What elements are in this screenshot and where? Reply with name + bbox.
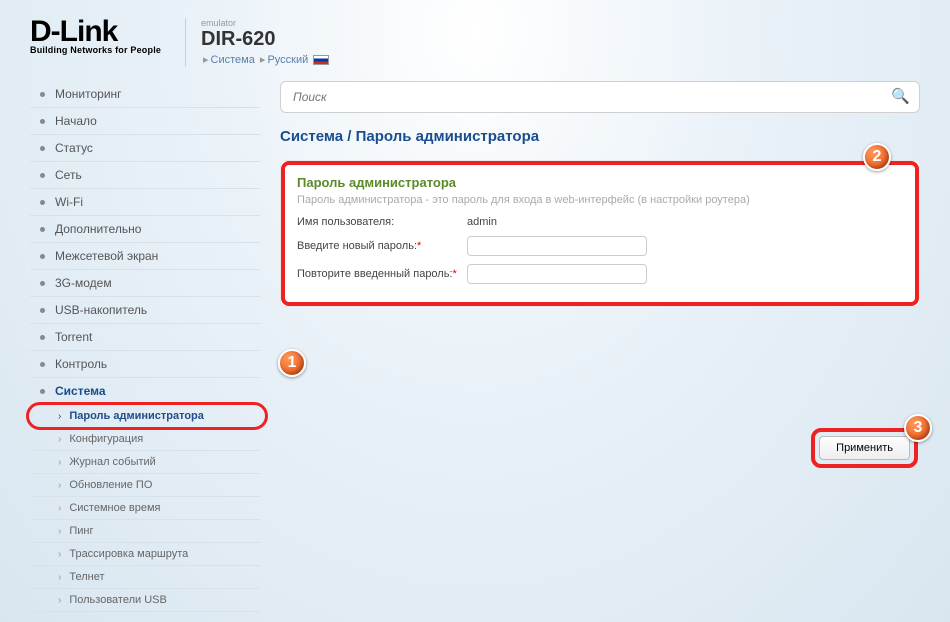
crumb-system[interactable]: Система bbox=[211, 54, 255, 66]
panel-title: Пароль администратора bbox=[297, 175, 903, 190]
search-box: 🔍 bbox=[280, 81, 920, 113]
bullet-icon bbox=[40, 173, 45, 178]
nav-status[interactable]: Статус bbox=[30, 135, 260, 162]
confirm-label: Повторите введенный пароль:* bbox=[297, 268, 467, 280]
header: D-Link Building Networks for People emul… bbox=[30, 10, 920, 81]
nav-advanced[interactable]: Дополнительно bbox=[30, 216, 260, 243]
sidebar: Мониторинг Начало Статус Сеть Wi-Fi Допо… bbox=[30, 81, 260, 612]
page-title: Система / Пароль администратора bbox=[280, 128, 920, 145]
nav-3g[interactable]: 3G-модем bbox=[30, 270, 260, 297]
main-content: 🔍 Система / Пароль администратора 2 Паро… bbox=[280, 81, 920, 612]
field-username: Имя пользователя: admin bbox=[297, 216, 903, 228]
bullet-icon bbox=[40, 335, 45, 340]
search-input[interactable] bbox=[280, 81, 920, 113]
bullet-icon bbox=[40, 308, 45, 313]
nav-system[interactable]: Система bbox=[30, 378, 260, 405]
bullet-icon bbox=[40, 362, 45, 367]
nav-torrent[interactable]: Torrent bbox=[30, 324, 260, 351]
search-icon[interactable]: 🔍 bbox=[891, 87, 910, 105]
new-password-input[interactable] bbox=[467, 236, 647, 256]
bullet-icon bbox=[40, 146, 45, 151]
annotation-badge-1: 1 bbox=[278, 349, 306, 377]
newpass-label: Введите новый пароль:* bbox=[297, 240, 467, 252]
sub-traceroute[interactable]: ›Трассировка маршрута bbox=[30, 543, 260, 566]
nav-firewall[interactable]: Межсетевой экран bbox=[30, 243, 260, 270]
bullet-icon bbox=[40, 389, 45, 394]
apply-button[interactable]: Применить bbox=[819, 436, 910, 460]
chevron-icon: › bbox=[58, 572, 61, 583]
annotation-badge-3: 3 bbox=[904, 414, 932, 442]
chevron-icon: › bbox=[58, 503, 61, 514]
nav-control[interactable]: Контроль bbox=[30, 351, 260, 378]
bullet-icon bbox=[40, 227, 45, 232]
logo-tagline: Building Networks for People bbox=[30, 45, 165, 55]
sub-telnet[interactable]: ›Телнет bbox=[30, 566, 260, 589]
flag-icon bbox=[313, 55, 329, 65]
chevron-icon: › bbox=[58, 595, 61, 606]
annotation-badge-2: 2 bbox=[863, 143, 891, 171]
sub-ping[interactable]: ›Пинг bbox=[30, 520, 260, 543]
password-panel: 2 Пароль администратора Пароль администр… bbox=[280, 160, 920, 307]
crumb-language[interactable]: Русский bbox=[267, 54, 308, 66]
model-block: emulator DIR-620 ▸Система ▸Русский bbox=[185, 18, 329, 66]
logo: D-Link Building Networks for People bbox=[30, 18, 165, 55]
chevron-icon: › bbox=[58, 549, 61, 560]
sub-usb-users[interactable]: ›Пользователи USB bbox=[30, 589, 260, 612]
chevron-icon: › bbox=[58, 457, 61, 468]
chevron-icon: › bbox=[58, 434, 61, 445]
field-new-password: Введите новый пароль:* bbox=[297, 236, 903, 256]
bullet-icon bbox=[40, 254, 45, 259]
apply-wrap: 3 Применить bbox=[819, 436, 910, 460]
sub-admin-password[interactable]: ›Пароль администратора bbox=[30, 405, 260, 428]
bullet-icon bbox=[40, 92, 45, 97]
model-name: DIR-620 bbox=[201, 28, 329, 51]
bullet-icon bbox=[40, 200, 45, 205]
chevron-icon: › bbox=[58, 411, 61, 422]
panel-description: Пароль администратора - это пароль для в… bbox=[297, 194, 903, 206]
bullet-icon bbox=[40, 119, 45, 124]
username-value: admin bbox=[467, 216, 497, 228]
nav-usb-storage[interactable]: USB-накопитель bbox=[30, 297, 260, 324]
sub-time[interactable]: ›Системное время bbox=[30, 497, 260, 520]
sub-configuration[interactable]: ›Конфигурация bbox=[30, 428, 260, 451]
bullet-icon bbox=[40, 281, 45, 286]
field-confirm-password: Повторите введенный пароль:* bbox=[297, 264, 903, 284]
username-label: Имя пользователя: bbox=[297, 216, 467, 228]
sub-log[interactable]: ›Журнал событий bbox=[30, 451, 260, 474]
nav-monitoring[interactable]: Мониторинг bbox=[30, 81, 260, 108]
nav-start[interactable]: Начало bbox=[30, 108, 260, 135]
sub-firmware[interactable]: ›Обновление ПО bbox=[30, 474, 260, 497]
nav-network[interactable]: Сеть bbox=[30, 162, 260, 189]
emulator-label: emulator bbox=[201, 18, 329, 28]
chevron-icon: › bbox=[58, 480, 61, 491]
chevron-icon: › bbox=[58, 526, 61, 537]
header-crumbs: ▸Система ▸Русский bbox=[201, 53, 329, 66]
nav-wifi[interactable]: Wi-Fi bbox=[30, 189, 260, 216]
logo-text: D-Link bbox=[30, 18, 165, 45]
confirm-password-input[interactable] bbox=[467, 264, 647, 284]
